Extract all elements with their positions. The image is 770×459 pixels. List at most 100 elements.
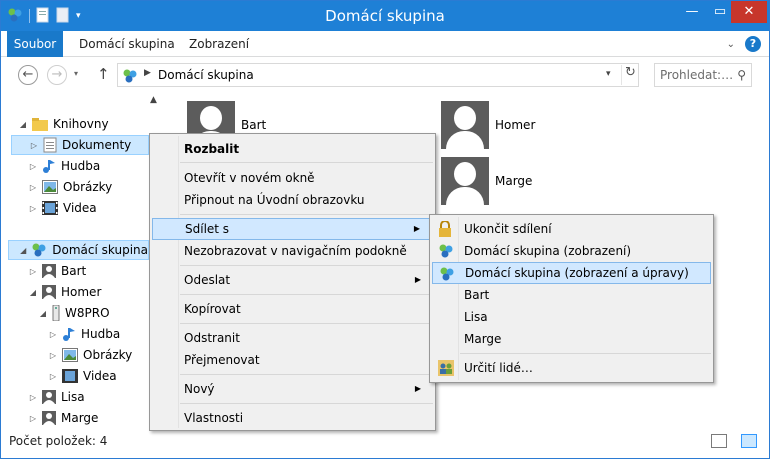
refresh-icon[interactable]: ↻ — [621, 65, 639, 85]
menu-item-label: Domácí skupina (zobrazení) — [464, 244, 632, 258]
tree-item-w8pro-videos[interactable]: ▷ Videa — [48, 366, 117, 386]
menu-divider — [180, 323, 433, 324]
menu-item-copy[interactable]: Kopírovat — [152, 298, 433, 320]
collapse-arrow-icon[interactable]: ◢ — [28, 288, 38, 297]
tree-label: Videa — [83, 369, 117, 383]
tree-item-lisa[interactable]: ▷ Lisa — [28, 387, 85, 407]
tree-item-marge[interactable]: ▷ Marge — [28, 408, 98, 428]
tree-label: Hudba — [61, 159, 101, 173]
tree-item-libraries[interactable]: ◢ Knihovny — [18, 114, 109, 134]
menu-item-share-bart[interactable]: Bart — [432, 284, 711, 306]
menu-item-homegroup-view[interactable]: Domácí skupina (zobrazení) — [432, 240, 711, 262]
expand-arrow-icon[interactable]: ▷ — [28, 183, 38, 192]
expand-arrow-icon[interactable]: ▷ — [28, 393, 38, 402]
recent-locations-chevron-icon[interactable]: ▾ — [74, 69, 78, 78]
explorer-window: ▾ Domácí skupina — ▭ ✕ Soubor Domácí sku… — [0, 0, 770, 459]
collapse-arrow-icon[interactable]: ◢ — [38, 309, 48, 318]
menu-item-label: Domácí skupina (zobrazení a úpravy) — [465, 266, 689, 280]
tree-item-music[interactable]: ▷ Hudba — [28, 156, 100, 176]
details-view-icon[interactable] — [711, 434, 727, 448]
tree-label: Marge — [61, 411, 99, 425]
computer-icon — [52, 305, 60, 321]
menu-divider — [180, 162, 433, 163]
expand-arrow-icon[interactable]: ▷ — [48, 330, 58, 339]
menu-item-label: Sdílet s — [185, 222, 230, 236]
expand-arrow-icon[interactable]: ▷ — [48, 372, 58, 381]
tree-item-pictures[interactable]: ▷ Obrázky — [28, 177, 112, 197]
user-tile-marge[interactable]: Marge — [441, 157, 532, 205]
address-bar[interactable]: ▶ Domácí skupina ▾ ↻ — [117, 63, 639, 87]
minimize-button[interactable]: — — [679, 1, 705, 23]
tree-item-w8pro[interactable]: ◢ W8PRO — [38, 303, 110, 323]
expand-arrow-icon[interactable]: ▷ — [28, 204, 38, 213]
expand-arrow-icon[interactable]: ▷ — [48, 351, 58, 360]
tree-label: Homer — [61, 285, 102, 299]
user-tile-homer[interactable]: Homer — [441, 101, 535, 149]
tree-label: Obrázky — [83, 348, 133, 362]
menu-item-send-to[interactable]: Odeslat ▶ — [152, 269, 433, 291]
menu-item-pin-to-start[interactable]: Připnout na Úvodní obrazovku — [152, 189, 433, 211]
menu-divider — [180, 403, 433, 404]
menu-item-share-with[interactable]: Sdílet s ▶ — [152, 218, 433, 240]
tree-item-homegroup[interactable]: ◢ Domácí skupina — [8, 240, 149, 260]
back-button[interactable]: ← — [18, 65, 38, 85]
menu-divider — [180, 294, 433, 295]
menu-item-open-new-window[interactable]: Otevřít v novém okně — [152, 167, 433, 189]
search-icon[interactable]: ⚲ — [737, 68, 746, 82]
tree-label: W8PRO — [65, 306, 110, 320]
tab-homegroup[interactable]: Domácí skupina — [79, 31, 175, 57]
tab-view[interactable]: Zobrazení — [189, 31, 249, 57]
search-input[interactable] — [655, 64, 733, 86]
expand-arrow-icon[interactable]: ▷ — [28, 162, 38, 171]
item-count: Počet položek: 4 — [9, 434, 108, 448]
tree-item-videos[interactable]: ▷ Videa — [28, 198, 97, 218]
address-dropdown-icon[interactable]: ▾ — [606, 69, 611, 79]
tree-item-w8pro-music[interactable]: ▷ Hudba — [48, 324, 120, 344]
menu-item-expand[interactable]: Rozbalit — [152, 138, 433, 160]
maximize-button[interactable]: ▭ — [707, 1, 733, 23]
tree-item-homer[interactable]: ◢ Homer — [28, 282, 101, 302]
music-icon — [62, 326, 76, 342]
expand-arrow-icon[interactable]: ▷ — [28, 267, 38, 276]
menu-item-specific-people[interactable]: Určití lidé… — [432, 357, 711, 379]
forward-button[interactable]: → — [47, 65, 67, 85]
menu-divider — [180, 374, 433, 375]
tree-label: Knihovny — [53, 117, 109, 131]
breadcrumb-homegroup[interactable]: Domácí skupina — [158, 68, 254, 82]
collapse-arrow-icon[interactable]: ◢ — [18, 120, 28, 129]
tree-label: Bart — [61, 264, 87, 278]
menu-item-new[interactable]: Nový ▶ — [152, 378, 433, 400]
menu-item-stop-sharing[interactable]: Ukončit sdílení — [432, 218, 711, 240]
menu-item-hide-in-nav-pane[interactable]: Nezobrazovat v navigačním podokně — [152, 240, 433, 262]
breadcrumb-chevron-icon[interactable]: ▶ — [144, 68, 151, 78]
help-icon[interactable]: ? — [745, 36, 761, 52]
context-menu: Rozbalit Otevřít v novém okně Připnout n… — [149, 133, 436, 431]
menu-item-delete[interactable]: Odstranit — [152, 327, 433, 349]
navigation-bar: ← → ▾ ↑ ▶ Domácí skupina ▾ ↻ ⚲ — [1, 58, 769, 90]
menu-item-share-lisa[interactable]: Lisa — [432, 306, 711, 328]
expand-ribbon-icon[interactable]: ⌄ — [727, 39, 735, 50]
close-button[interactable]: ✕ — [731, 1, 767, 23]
expand-arrow-icon[interactable]: ▷ — [28, 414, 38, 423]
tree-item-bart[interactable]: ▷ Bart — [28, 261, 86, 281]
expand-arrow-icon[interactable]: ▷ — [29, 141, 39, 150]
up-button[interactable]: ↑ — [97, 65, 110, 83]
submenu-arrow-icon: ▶ — [414, 275, 421, 284]
menu-item-share-marge[interactable]: Marge — [432, 328, 711, 350]
collapse-arrow-icon[interactable]: ◢ — [19, 246, 27, 255]
search-box[interactable]: ⚲ — [654, 63, 752, 87]
tree-item-documents[interactable]: ▷ Dokumenty — [11, 135, 149, 155]
scroll-up-icon[interactable]: ▲ — [150, 95, 157, 105]
pictures-icon — [42, 180, 58, 194]
tree-label: Videa — [63, 201, 97, 215]
tree-item-w8pro-pictures[interactable]: ▷ Obrázky — [48, 345, 132, 365]
menu-item-rename[interactable]: Přejmenovat — [152, 349, 433, 371]
menu-item-properties[interactable]: Vlastnosti — [152, 407, 433, 429]
libraries-icon — [32, 117, 48, 131]
menu-item-label: Ukončit sdílení — [464, 222, 552, 236]
menu-item-label: Určití lidé… — [464, 361, 533, 375]
menu-item-homegroup-view-edit[interactable]: Domácí skupina (zobrazení a úpravy) — [432, 262, 711, 284]
documents-icon — [43, 137, 57, 153]
tab-file[interactable]: Soubor — [7, 31, 63, 57]
large-icons-view-icon[interactable] — [741, 434, 757, 448]
